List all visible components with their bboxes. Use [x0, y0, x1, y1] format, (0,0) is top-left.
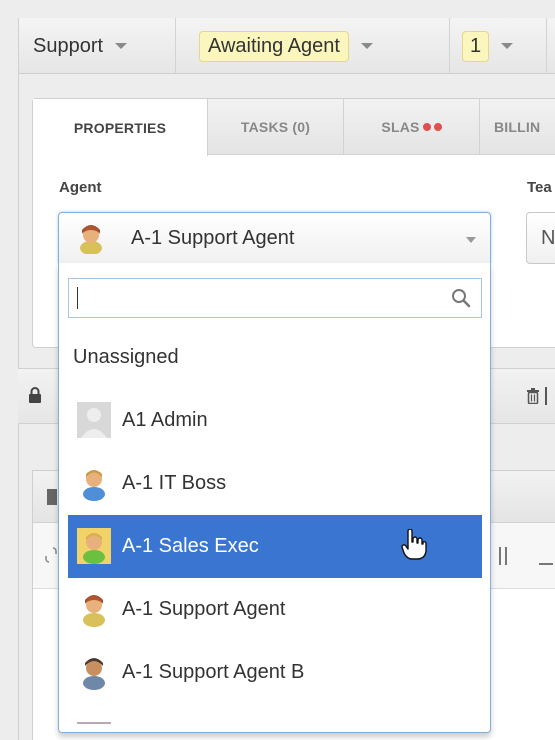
option-a1-support-agent[interactable]: A-1 Support Agent: [68, 578, 482, 641]
tab-label: PROPERTIES: [73, 119, 167, 136]
edge-fragment: [47, 489, 57, 505]
search-icon: [452, 289, 471, 308]
toolbar-divider: [175, 18, 176, 74]
urgency-dropdown[interactable]: 1: [462, 18, 514, 74]
tab-billing[interactable]: BILLIN: [480, 99, 555, 155]
option-label: A1 Admin: [122, 409, 208, 431]
link-icon[interactable]: [45, 547, 57, 563]
option-label: A-1 Support Agent: [122, 598, 286, 620]
tab-label: SLAS: [381, 119, 420, 135]
department-label: Support: [33, 34, 104, 57]
option-a1-admin[interactable]: A1 Admin: [68, 389, 482, 452]
option-label: Unassigned: [73, 346, 179, 368]
option-a1-sales-exec[interactable]: A-1 Sales Exec: [68, 515, 482, 578]
department-dropdown[interactable]: Support: [33, 18, 128, 74]
chevron-down-icon: [360, 43, 373, 49]
team-field-label: Tea: [527, 179, 552, 196]
option-label: A-1 Sales Exec: [122, 535, 259, 557]
status-chip: Awaiting Agent: [199, 30, 349, 62]
agent-dark-avatar-icon: [83, 658, 105, 690]
tab-slas[interactable]: SLAS: [344, 99, 479, 155]
chevron-down-icon: [115, 43, 128, 49]
tab-label: TASKS (0): [240, 119, 311, 135]
trash-icon[interactable]: [526, 388, 540, 404]
agent-select-value: A-1 Support Agent: [131, 227, 295, 249]
option-a1-support-agent-b[interactable]: A-1 Support Agent B: [68, 641, 482, 704]
agent-green-avatar-icon: [77, 528, 111, 564]
tab-tasks[interactable]: TASKS (0): [208, 99, 343, 155]
agent-blue-avatar-icon: [83, 470, 105, 501]
option-unassigned[interactable]: Unassigned: [68, 326, 482, 389]
status-dropdown[interactable]: Awaiting Agent: [199, 18, 373, 74]
next-option-fragment: [77, 722, 111, 724]
font-color-icon[interactable]: [539, 545, 553, 565]
tab-properties[interactable]: PROPERTIES: [33, 99, 208, 156]
chevron-down-icon: [466, 237, 476, 243]
option-label: A-1 IT Boss: [122, 472, 227, 494]
lock-icon[interactable]: [28, 387, 42, 403]
agent-dropdown-menu: Unassigned A1 Admin A-1 IT Boss A-1 Sale…: [58, 263, 491, 733]
text-cursor: [77, 287, 78, 309]
urgency-chip: 1: [462, 30, 490, 62]
hand-pointer-cursor-icon: [401, 529, 427, 560]
sla-warning-dot: [433, 123, 442, 131]
toolbar-divider: [546, 18, 547, 74]
sla-warning-dot: [422, 123, 431, 131]
agent-search-input[interactable]: [68, 278, 482, 318]
agent-select[interactable]: A-1 Support Agent: [58, 212, 491, 264]
edge-fragment: [545, 387, 547, 405]
chevron-down-icon: [501, 43, 514, 49]
ticket-toolbar: Support Awaiting Agent 1: [18, 18, 555, 74]
properties-tabs: PROPERTIES TASKS (0) SLAS BILLIN: [33, 99, 555, 156]
agent-brown-avatar-icon: [80, 225, 102, 254]
option-label: A-1 Support Agent B: [122, 661, 305, 683]
option-a1-it-boss[interactable]: A-1 IT Boss: [68, 452, 482, 515]
team-select-value: N: [541, 227, 555, 249]
team-select[interactable]: N: [526, 212, 555, 264]
toolbar-divider: [449, 18, 450, 74]
agent-field-label: Agent: [59, 179, 102, 196]
agent-brown-avatar-icon: [83, 595, 105, 627]
default-avatar-icon: [77, 402, 111, 438]
format-icon[interactable]: [499, 547, 507, 565]
tab-label: BILLIN: [494, 119, 541, 135]
